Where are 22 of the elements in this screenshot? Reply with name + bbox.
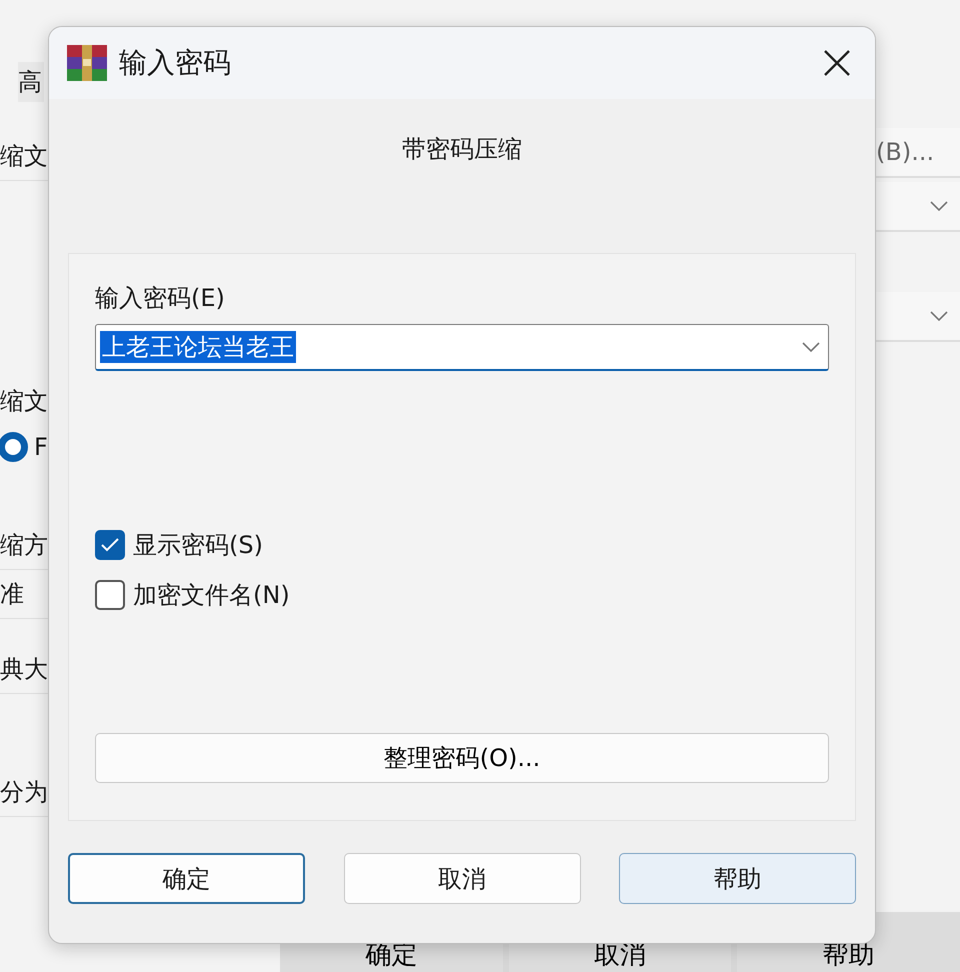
field-label: 输入密码(E) bbox=[95, 283, 225, 314]
checkbox-option[interactable]: 加密文件名(N) bbox=[95, 579, 290, 611]
chevron-icon bbox=[802, 342, 820, 352]
subtitle: 带密码压缩 bbox=[402, 134, 522, 165]
checkmark-icon bbox=[101, 538, 119, 552]
label: 缩文 bbox=[0, 386, 48, 417]
organize-passwords-button[interactable]: 整理密码(O)... bbox=[95, 733, 829, 783]
chevron-icon bbox=[930, 201, 948, 211]
radio-button[interactable] bbox=[0, 432, 28, 462]
radio-label: F bbox=[34, 433, 48, 461]
checkbox-option[interactable]: 显示密码(S) bbox=[95, 529, 263, 561]
tab[interactable]: 高 bbox=[18, 62, 44, 102]
chevron-icon bbox=[930, 311, 948, 321]
checkbox[interactable] bbox=[95, 530, 125, 560]
password-field[interactable]: 上老王论坛当老王 bbox=[95, 324, 829, 371]
password-text: 上老王论坛当老王 bbox=[100, 331, 296, 363]
dialog-button[interactable]: 确定 bbox=[68, 853, 305, 904]
window-title: 输入密码 bbox=[119, 45, 232, 81]
checkbox[interactable] bbox=[95, 580, 125, 610]
dialog-button[interactable]: 取消 bbox=[344, 853, 580, 904]
dialog-button[interactable]: 帮助 bbox=[619, 853, 856, 904]
books-icon bbox=[67, 45, 107, 81]
